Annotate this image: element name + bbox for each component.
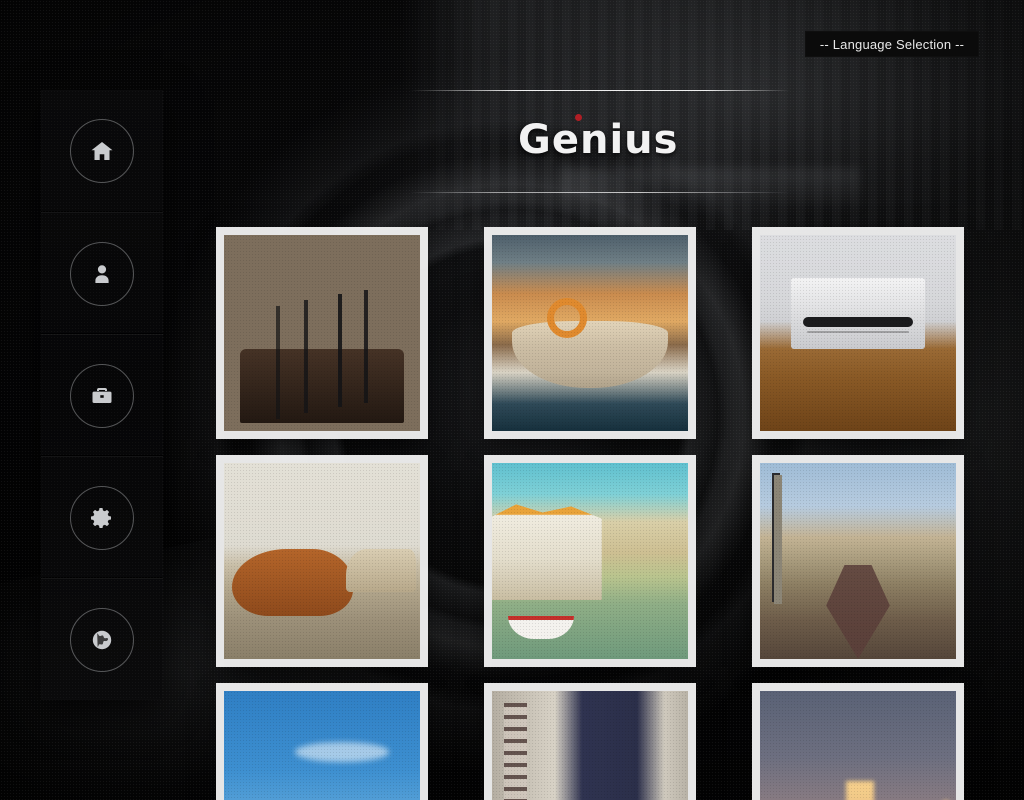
sidebar-item-portfolio[interactable] [41, 333, 163, 456]
page-root: -- Language Selection -- Genius [0, 0, 1024, 800]
gallery-item[interactable] [224, 463, 420, 659]
gallery-item-image [760, 691, 956, 800]
sidebar-item-language-circle [70, 607, 134, 672]
gallery-item[interactable] [492, 691, 688, 800]
home-icon [90, 139, 114, 163]
sidebar-nav [41, 90, 163, 700]
gallery-item-image [492, 235, 688, 431]
gallery-item-image [760, 235, 956, 431]
gallery-item-image [224, 463, 420, 659]
gallery-item[interactable] [760, 235, 956, 431]
gallery-item[interactable] [224, 235, 420, 431]
language-selection-dropdown[interactable]: -- Language Selection -- [805, 31, 979, 57]
sidebar-item-settings-circle [70, 485, 134, 550]
language-selection-label: -- Language Selection -- [819, 36, 965, 52]
sidebar-item-profile[interactable] [41, 211, 163, 334]
logo-accent-dot-icon [575, 114, 582, 121]
gallery-item-image [224, 235, 420, 431]
site-logo-text: Genius [518, 117, 679, 163]
gear-icon [90, 506, 114, 530]
sidebar-item-home-circle [70, 119, 134, 183]
gallery-item-image [492, 463, 688, 659]
header-rule-top [410, 90, 790, 91]
site-logo[interactable]: Genius [518, 114, 679, 163]
gallery-item-image [224, 691, 420, 800]
gallery-item[interactable] [492, 463, 688, 659]
site-header: Genius [410, 80, 790, 208]
gallery-item[interactable] [760, 463, 956, 659]
sidebar-item-settings[interactable] [41, 455, 163, 578]
gallery-item-image [760, 463, 956, 659]
gallery-item[interactable] [760, 691, 956, 800]
globe-icon [90, 628, 114, 652]
briefcase-icon [90, 384, 114, 408]
sidebar-item-profile-circle [70, 241, 134, 306]
gallery-item[interactable] [224, 691, 420, 800]
header-rule-bottom [410, 192, 790, 193]
sidebar-item-language[interactable] [41, 577, 163, 700]
sidebar-item-portfolio-circle [70, 363, 134, 428]
gallery-item[interactable] [492, 235, 688, 431]
photo-gallery-grid [224, 235, 964, 800]
gallery-item-image [492, 691, 688, 800]
user-icon [90, 262, 114, 286]
sidebar-item-home[interactable] [41, 90, 163, 212]
